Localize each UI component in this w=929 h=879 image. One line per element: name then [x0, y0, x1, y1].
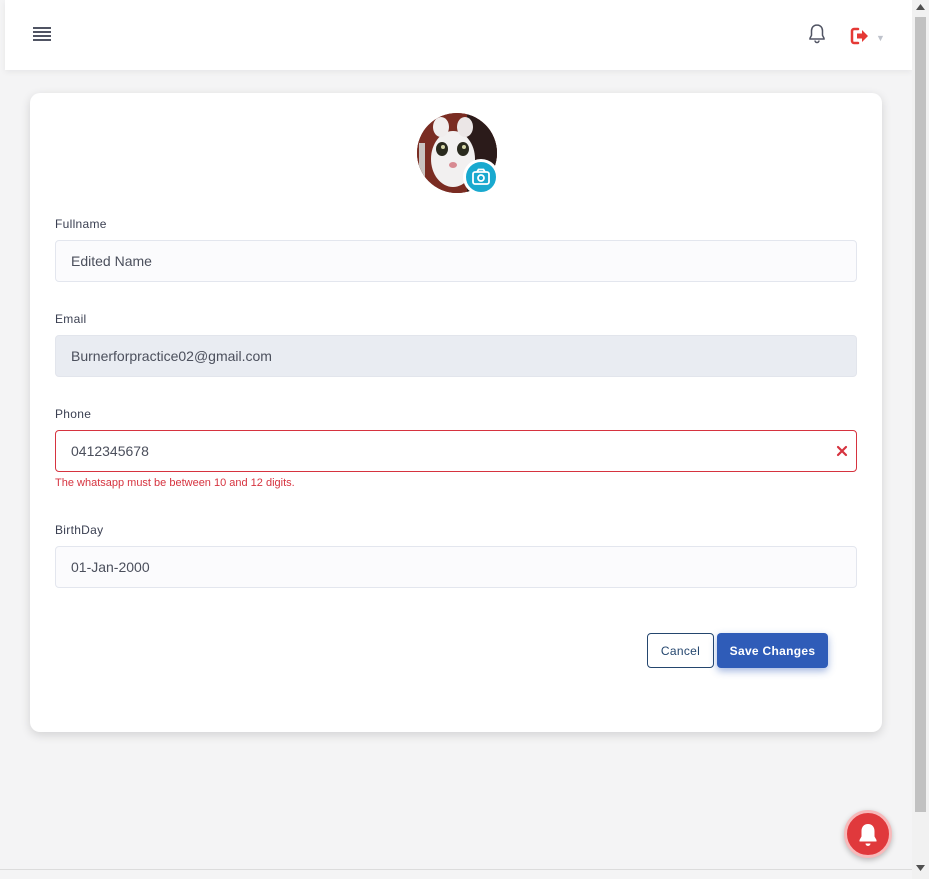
- phone-value: 0412345678: [71, 443, 149, 459]
- change-photo-button[interactable]: [463, 159, 499, 195]
- birthday-label: BirthDay: [55, 523, 104, 537]
- top-navbar: ▼: [5, 0, 912, 70]
- notification-fab[interactable]: [844, 810, 892, 858]
- phone-label: Phone: [55, 407, 92, 421]
- scroll-up-arrow-icon[interactable]: [916, 4, 925, 10]
- chevron-down-icon: ▼: [876, 33, 885, 43]
- bell-icon: [859, 824, 877, 846]
- vertical-scrollbar[interactable]: [912, 0, 929, 879]
- scrollbar-thumb[interactable]: [915, 17, 926, 812]
- fullname-label: Fullname: [55, 217, 107, 231]
- bell-icon[interactable]: [805, 22, 829, 46]
- error-x-icon: [836, 445, 848, 457]
- profile-card: Fullname Edited Name Email Burnerforprac…: [30, 93, 882, 732]
- logout-button[interactable]: ▼: [849, 25, 889, 47]
- sign-out-icon: [850, 27, 868, 45]
- fullname-input[interactable]: Edited Name: [55, 240, 857, 282]
- save-changes-button[interactable]: Save Changes: [717, 633, 828, 668]
- email-input[interactable]: Burnerforpractice02@gmail.com: [55, 335, 857, 377]
- hamburger-menu-icon[interactable]: [33, 27, 53, 43]
- cancel-button[interactable]: Cancel: [647, 633, 714, 668]
- birthday-input[interactable]: 01-Jan-2000: [55, 546, 857, 588]
- camera-icon: [472, 168, 490, 185]
- avatar-container: [417, 113, 499, 195]
- phone-error-message: The whatsapp must be between 10 and 12 d…: [55, 477, 295, 489]
- scroll-down-arrow-icon[interactable]: [916, 865, 925, 871]
- footer-divider: [0, 869, 912, 870]
- phone-input[interactable]: 0412345678: [55, 430, 857, 472]
- email-label: Email: [55, 312, 87, 326]
